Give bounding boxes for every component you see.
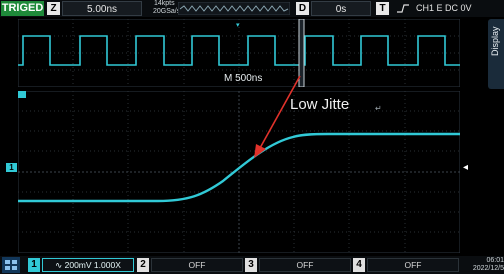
clock-time: 06:01	[486, 257, 504, 264]
sample-rate-label: 20GSa/s	[153, 8, 181, 15]
channel-1-status[interactable]: ∿ 200mV 1.000X	[42, 258, 134, 272]
annotation-arrow	[254, 75, 301, 158]
trigger-source-label: CH1 E DC 0V	[416, 3, 472, 13]
trigger-key[interactable]: T	[376, 2, 389, 15]
channel-4-button[interactable]: 4	[353, 258, 365, 272]
top-trigger-marker: ▾	[236, 21, 240, 29]
channel-1-offset-marker[interactable]: 1	[6, 163, 17, 172]
delay-key[interactable]: D	[296, 2, 309, 15]
memory-depth-label: 14kpts	[154, 0, 175, 7]
display-tab-label: Display	[490, 26, 500, 56]
zoom-timebase-key[interactable]: Z	[47, 2, 60, 15]
annotation-text: Low Jitte	[290, 96, 350, 113]
channel-2-button[interactable]: 2	[137, 258, 149, 272]
trigger-status-badge: TRIGED	[1, 1, 44, 16]
timebase-field[interactable]: 5.00ns	[62, 1, 142, 16]
channel-3-status[interactable]: OFF	[259, 258, 351, 272]
app-menu-icon[interactable]	[2, 257, 20, 273]
clock-date: 2022/12/5	[472, 265, 504, 272]
clock: 06:01 2022/12/5	[464, 257, 504, 273]
channel-4-status[interactable]: OFF	[367, 258, 459, 272]
annotation-return-mark: ↵	[375, 104, 382, 113]
waveform-overview-strip	[178, 2, 290, 15]
ac-coupling-icon: ∿	[55, 260, 65, 270]
channel-1-button[interactable]: 1	[28, 258, 40, 272]
channel-3-button[interactable]: 3	[245, 258, 257, 272]
trigger-level-marker[interactable]: ◂	[463, 162, 468, 173]
rising-edge-icon	[397, 4, 409, 13]
zoom-waveform-window[interactable]	[18, 91, 460, 253]
channel-top-marker	[18, 91, 26, 98]
channel-2-status[interactable]: OFF	[151, 258, 243, 272]
delay-field[interactable]: 0s	[311, 1, 371, 16]
channel-1-status-text: 200mV 1.000X	[64, 260, 121, 270]
